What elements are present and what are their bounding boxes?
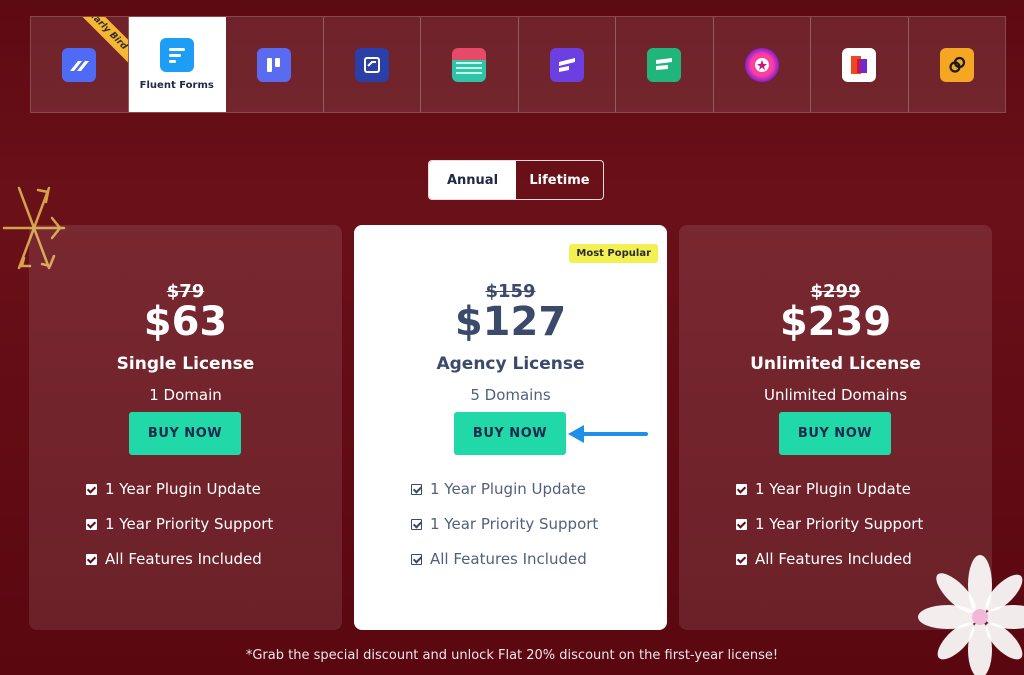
fluent-forms-icon [159, 38, 194, 72]
feature-item: 1 Year Plugin Update [411, 480, 598, 515]
discount-footnote: *Grab the special discount and unlock Fl… [245, 648, 779, 663]
plan-name: Unlimited License [750, 354, 921, 374]
feature-item: All Features Included [411, 550, 598, 585]
ninja-tables-icon [452, 47, 487, 82]
billing-period-toggle: Annual Lifetime [428, 160, 604, 200]
product-tab-fluent-boards[interactable] [226, 17, 324, 112]
plan-domains: 1 Domain [149, 386, 222, 404]
feature-list: 1 Year Plugin Update 1 Year Priority Sup… [411, 480, 598, 585]
paymattic-icon [842, 47, 877, 82]
checkbox-icon [411, 519, 422, 530]
checkbox-icon [736, 554, 747, 565]
checkbox-icon [736, 484, 747, 495]
plan-domains: Unlimited Domains [763, 386, 908, 404]
plan-name: Agency License [436, 354, 585, 374]
pricing-card-single: $79 $63 Single License 1 Domain BUY NOW … [29, 225, 342, 630]
feature-item: 1 Year Priority Support [736, 515, 923, 550]
product-tab-fluent-booking[interactable] [518, 17, 616, 112]
fluent-support-icon [354, 47, 389, 82]
checkbox-icon [86, 519, 97, 530]
fluent-booking-icon [549, 47, 584, 82]
fluent-boards-icon [257, 47, 292, 82]
checkbox-icon [86, 484, 97, 495]
product-tab-label: Fluent Forms [139, 80, 214, 91]
azonpress-icon [744, 47, 779, 82]
pointer-arrow-icon [568, 425, 648, 443]
product-switcher: Early Bird Fluent Forms [30, 16, 1006, 113]
wp-social-ninja-icon [939, 47, 974, 82]
annual-option[interactable]: Annual [429, 161, 516, 199]
feature-item: 1 Year Priority Support [411, 515, 598, 550]
product-tab-azonpress[interactable] [713, 17, 811, 112]
lifetime-option[interactable]: Lifetime [516, 161, 603, 199]
fluent-smtp-icon [647, 47, 682, 82]
feature-list: 1 Year Plugin Update 1 Year Priority Sup… [736, 480, 923, 585]
plan-domains: 5 Domains [470, 386, 551, 404]
fluent-crm-icon [62, 47, 97, 82]
buy-now-button[interactable]: BUY NOW [454, 412, 566, 455]
discounted-price: $127 [454, 299, 567, 345]
product-tab-fluent-forms[interactable]: Fluent Forms [128, 17, 226, 112]
product-tab-wp-social-ninja[interactable] [908, 17, 1005, 112]
most-popular-badge: Most Popular [569, 244, 658, 263]
discounted-price: $239 [779, 299, 892, 345]
buy-now-button[interactable]: BUY NOW [779, 412, 891, 455]
checkbox-icon [86, 554, 97, 565]
feature-item: 1 Year Plugin Update [86, 480, 273, 515]
product-tab-paymattic[interactable] [811, 17, 909, 112]
product-tab-fluent-crm[interactable]: Early Bird [31, 17, 129, 112]
discounted-price: $63 [143, 299, 228, 345]
feature-item: 1 Year Plugin Update [736, 480, 923, 515]
checkbox-icon [411, 484, 422, 495]
feature-item: All Features Included [736, 550, 923, 585]
buy-now-button[interactable]: BUY NOW [129, 412, 241, 455]
feature-list: 1 Year Plugin Update 1 Year Priority Sup… [86, 480, 273, 585]
product-tab-fluent-smtp[interactable] [616, 17, 714, 112]
checkbox-icon [736, 519, 747, 530]
product-tab-ninja-tables[interactable] [421, 17, 519, 112]
plan-name: Single License [116, 354, 255, 374]
product-tab-fluent-support[interactable] [323, 17, 421, 112]
feature-item: 1 Year Priority Support [86, 515, 273, 550]
checkbox-icon [411, 554, 422, 565]
feature-item: All Features Included [86, 550, 273, 585]
